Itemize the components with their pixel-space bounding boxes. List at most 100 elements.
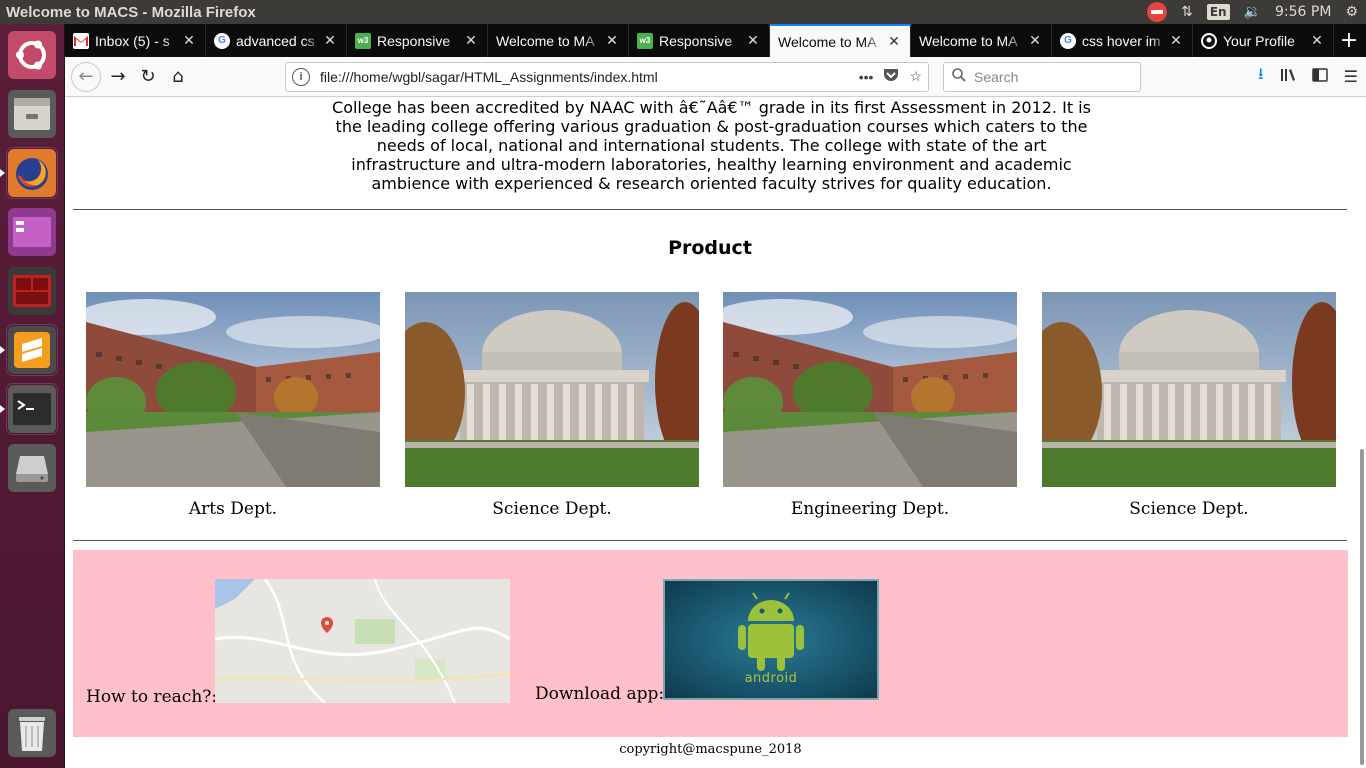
intro-line: needs of local, national and internation… [376,136,1047,155]
tab-responsive-1[interactable]: w3 Responsive ✕ [347,24,488,57]
intro-line: College has been accredited by NAAC with… [332,98,1091,117]
location-map[interactable] [215,579,510,703]
divider [73,209,1347,210]
close-icon[interactable]: ✕ [463,32,479,49]
department-card-engineering[interactable]: Engineering Dept. [723,292,1017,519]
keyboard-language[interactable]: En [1206,4,1230,20]
search-bar[interactable]: Search [943,61,1141,92]
tab-advanced-css[interactable]: G advanced cs ✕ [206,24,347,57]
files-icon[interactable] [7,89,57,139]
page-content: College has been accredited by NAAC with… [65,97,1366,768]
dome-building-photo[interactable] [405,292,699,487]
active-indicator [0,405,5,413]
close-icon[interactable]: ✕ [1168,32,1184,49]
disk-icon[interactable] [7,443,57,493]
intro-paragraph: College has been accredited by NAAC with… [325,98,1098,193]
intro-line: ambience with experienced & research ori… [371,174,1052,193]
url-text[interactable]: file:///home/wgbl/sagar/HTML_Assignments… [320,69,859,85]
w3schools-icon: w3 [355,32,371,49]
intro-line: the leading college offering various gra… [335,117,1088,136]
active-indicator [0,346,5,354]
tab-label: Welcome to MA [919,32,1018,49]
tab-responsive-2[interactable]: w3 Responsive ✕ [629,24,770,57]
tab-your-profile[interactable]: Your Profile ✕ [1193,24,1334,57]
android-wordmark: android [744,671,798,686]
tab-strip: Inbox (5) - s ✕ G advanced cs ✕ w3 Respo… [65,24,1366,57]
tab-label: Your Profile [1223,32,1295,49]
android-app-badge[interactable]: android [663,579,879,700]
pocket-icon[interactable] [883,68,899,85]
tab-welcome-2[interactable]: Welcome to MA ✕ [911,24,1052,57]
tab-label: css hover im [1082,32,1161,49]
how-to-reach-label: How to reach?: [86,687,218,707]
search-icon [952,68,966,85]
dome-building-photo[interactable] [1042,292,1336,487]
close-icon[interactable]: ✕ [1027,32,1043,49]
library-icon[interactable] [1280,67,1296,86]
gmail-icon [73,32,89,49]
department-card-arts[interactable]: Arts Dept. [86,292,380,519]
new-tab-button[interactable]: + [1334,24,1364,57]
scrollbar[interactable] [1356,97,1366,768]
system-monitor-icon[interactable] [7,266,57,316]
navigation-toolbar: ← → ↻ ⌂ i file:///home/wgbl/sagar/HTML_A… [65,57,1366,97]
home-button[interactable]: ⌂ [163,62,193,92]
info-icon[interactable]: i [292,67,310,86]
url-actions: ••• ☆ [859,68,928,85]
tab-inbox[interactable]: Inbox (5) - s ✕ [65,24,206,57]
close-icon[interactable]: ✕ [1309,32,1325,49]
github-icon [1201,32,1217,49]
tab-css-hover[interactable]: G css hover im ✕ [1052,24,1193,57]
intro-line: infrastructure and ultra-modern laborato… [351,155,1072,174]
window-title: Welcome to MACS - Mozilla Firefox [6,3,256,21]
media-icon[interactable] [7,207,57,257]
trash-icon[interactable] [7,708,57,758]
department-card-science[interactable]: Science Dept. [405,292,699,519]
tab-welcome-1[interactable]: Welcome to MA ✕ [488,24,629,57]
sublime-text-icon[interactable] [7,325,57,375]
sidebar-icon[interactable] [1311,67,1328,86]
scrollbar-thumb[interactable] [1360,449,1364,765]
department-caption: Arts Dept. [188,499,278,519]
back-button[interactable]: ← [71,61,101,92]
volume-icon[interactable]: 🔉 [1244,4,1261,20]
downloads-icon[interactable]: ⭳ [1258,63,1264,90]
launcher [0,24,65,768]
close-icon[interactable]: ✕ [181,32,197,49]
menu-hamburger-icon[interactable]: ☰ [1344,67,1358,86]
ubuntu-dash-icon[interactable] [7,30,57,80]
reload-button[interactable]: ↻ [133,62,163,92]
url-bar[interactable]: i file:///home/wgbl/sagar/HTML_Assignmen… [285,61,929,92]
toolbar-right: ⭳ ☰ [1258,63,1358,90]
firefox-icon[interactable] [7,148,57,198]
network-icon[interactable]: ⇅ [1181,4,1193,20]
forward-button[interactable]: → [103,62,133,92]
google-icon: G [214,32,230,49]
copyright-text: copyright@macspune_2018 [619,742,802,757]
close-icon[interactable]: ✕ [745,32,761,49]
page-actions-icon[interactable]: ••• [859,69,874,85]
clock[interactable]: 9:56 PM [1275,4,1331,20]
tab-label: Welcome to MA [496,32,595,49]
campus-photo[interactable] [86,292,380,487]
divider [73,540,1347,541]
settings-gear-icon[interactable]: ⚙ [1345,4,1358,20]
close-icon[interactable]: ✕ [604,32,620,49]
tab-label: Welcome to MA [778,33,877,50]
footer-section: How to reach?: Download app: android [73,550,1348,737]
close-icon[interactable]: ✕ [322,32,338,49]
department-caption: Science Dept. [1129,499,1249,519]
tab-label: advanced cs [236,32,315,49]
close-icon[interactable]: ✕ [886,33,902,50]
campus-photo[interactable] [723,292,1017,487]
tab-label: Inbox (5) - s [95,32,170,49]
top-panel: Welcome to MACS - Mozilla Firefox ⇅ En 🔉… [0,0,1366,24]
download-app-label: Download app: [535,684,665,704]
tab-welcome-active[interactable]: Welcome to MA ✕ [770,24,911,57]
bookmark-star-icon[interactable]: ☆ [909,68,922,85]
tab-label: Responsive [377,32,451,49]
search-placeholder: Search [974,68,1019,85]
terminal-icon[interactable] [7,384,57,434]
do-not-disturb-icon[interactable] [1147,2,1168,22]
department-card-science-2[interactable]: Science Dept. [1042,292,1336,519]
